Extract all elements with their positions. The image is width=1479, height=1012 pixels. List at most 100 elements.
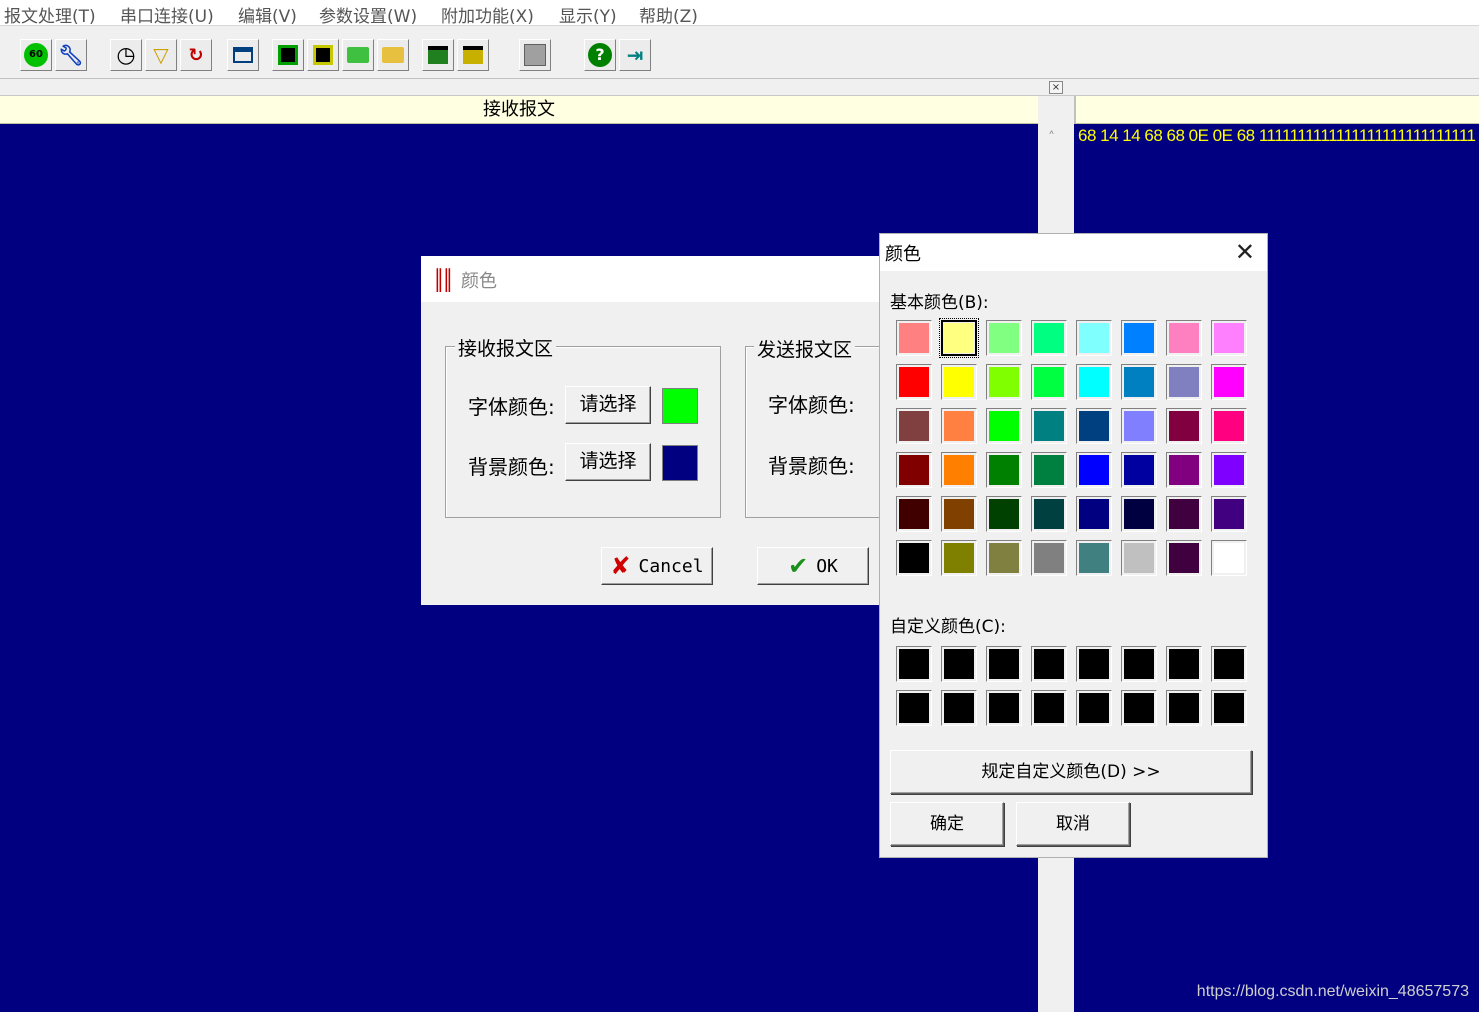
basic-color-swatch-fill [899, 411, 929, 441]
basic-color-swatch[interactable] [986, 408, 1022, 444]
window-icon[interactable] [227, 39, 259, 71]
basic-color-swatch[interactable] [1121, 364, 1157, 400]
import-icon[interactable] [457, 39, 489, 71]
exit-icon[interactable]: ⇥ [619, 39, 651, 71]
basic-color-swatch[interactable] [1166, 540, 1202, 576]
custom-color-swatch[interactable] [986, 690, 1022, 726]
custom-color-swatch[interactable] [1211, 690, 1247, 726]
basic-color-swatch[interactable] [1121, 496, 1157, 532]
basic-color-swatch[interactable] [1031, 540, 1067, 576]
custom-color-swatch[interactable] [1166, 690, 1202, 726]
custom-color-swatch[interactable] [1031, 646, 1067, 682]
basic-color-swatch[interactable] [941, 452, 977, 488]
cancel-button[interactable]: 取消 [1016, 802, 1130, 846]
basic-color-swatch[interactable] [986, 452, 1022, 488]
basic-color-swatch[interactable] [896, 452, 932, 488]
custom-color-swatch[interactable] [1076, 690, 1112, 726]
basic-color-swatch[interactable] [1121, 452, 1157, 488]
basic-color-swatch[interactable] [941, 496, 977, 532]
basic-color-swatch[interactable] [1121, 540, 1157, 576]
custom-color-swatch[interactable] [941, 646, 977, 682]
basic-color-swatch[interactable] [896, 496, 932, 532]
help-icon[interactable]: ? [584, 39, 616, 71]
basic-color-swatch[interactable] [1166, 320, 1202, 356]
cancel-button[interactable]: ✘ Cancel [601, 547, 713, 585]
export-icon[interactable] [422, 39, 454, 71]
confirm-button[interactable]: 确定 [890, 802, 1004, 846]
basic-color-swatch[interactable] [1076, 452, 1112, 488]
basic-color-swatch[interactable] [1166, 452, 1202, 488]
basic-color-swatch[interactable] [1121, 408, 1157, 444]
basic-color-swatch[interactable] [986, 540, 1022, 576]
color-dialog-titlebar[interactable]: 颜色 ✕ [880, 234, 1267, 271]
basic-color-swatch[interactable] [986, 320, 1022, 356]
menu-params[interactable]: 参数设置(W) [319, 2, 417, 27]
custom-color-swatch[interactable] [896, 646, 932, 682]
basic-color-swatch[interactable] [1211, 496, 1247, 532]
filter-icon[interactable]: ▽ [145, 39, 177, 71]
custom-color-swatch[interactable] [986, 646, 1022, 682]
receive-font-color-button[interactable]: 请选择 [565, 386, 651, 424]
basic-color-swatch[interactable] [1031, 452, 1067, 488]
search-refresh-icon[interactable]: ↻ [180, 39, 212, 71]
menu-message[interactable]: 报文处理(T) [4, 2, 96, 27]
basic-color-swatch-fill [1169, 367, 1199, 397]
basic-color-swatch[interactable] [941, 364, 977, 400]
basic-color-swatch[interactable] [1031, 364, 1067, 400]
basic-color-swatch[interactable] [1211, 364, 1247, 400]
basic-color-swatch[interactable] [1211, 452, 1247, 488]
basic-color-swatch[interactable] [986, 496, 1022, 532]
close-icon[interactable]: × [1049, 81, 1063, 94]
basic-color-swatch[interactable] [896, 320, 932, 356]
custom-color-swatch[interactable] [1166, 646, 1202, 682]
basic-color-swatch[interactable] [1031, 408, 1067, 444]
custom-color-swatch[interactable] [941, 690, 977, 726]
basic-color-swatch[interactable] [1076, 408, 1112, 444]
basic-color-swatch[interactable] [986, 364, 1022, 400]
custom-color-swatch[interactable] [1121, 690, 1157, 726]
basic-color-swatch[interactable] [896, 408, 932, 444]
save-icon[interactable] [272, 39, 304, 71]
connect-icon[interactable]: 60 [20, 39, 52, 71]
menu-serial[interactable]: 串口连接(U) [120, 2, 214, 27]
basic-color-swatch[interactable] [1211, 320, 1247, 356]
custom-color-swatch[interactable] [1121, 646, 1157, 682]
basic-color-swatch[interactable] [1076, 320, 1112, 356]
custom-color-swatch[interactable] [1076, 646, 1112, 682]
basic-color-swatch[interactable] [1211, 540, 1247, 576]
basic-color-swatch[interactable] [896, 540, 932, 576]
basic-color-swatch[interactable] [1166, 408, 1202, 444]
basic-color-swatch[interactable] [1076, 540, 1112, 576]
basic-color-swatch[interactable] [941, 540, 977, 576]
custom-color-swatch[interactable] [1211, 646, 1247, 682]
basic-color-swatch[interactable] [1031, 320, 1067, 356]
menu-edit[interactable]: 编辑(V) [238, 2, 297, 27]
app-dialog-titlebar[interactable]: ║║ 颜色 [421, 256, 891, 302]
custom-color-swatch[interactable] [1031, 690, 1067, 726]
open-folder-icon[interactable] [377, 39, 409, 71]
basic-color-swatch[interactable] [1076, 496, 1112, 532]
receive-bg-color-button[interactable]: 请选择 [565, 443, 651, 481]
save-as-icon[interactable] [307, 39, 339, 71]
custom-color-swatch[interactable] [896, 690, 932, 726]
basic-color-swatch[interactable] [939, 318, 979, 358]
basic-color-swatch[interactable] [1166, 364, 1202, 400]
menu-view[interactable]: 显示(Y) [559, 2, 617, 27]
basic-color-swatch[interactable] [941, 408, 977, 444]
settings-wrench-icon[interactable]: 🔧︎ [55, 39, 87, 71]
close-icon[interactable]: ✕ [1235, 238, 1255, 266]
basic-color-swatch[interactable] [1166, 496, 1202, 532]
basic-color-swatch[interactable] [1031, 496, 1067, 532]
timer-icon[interactable]: ◷ [110, 39, 142, 71]
basic-color-swatch[interactable] [896, 364, 932, 400]
menu-help[interactable]: 帮助(Z) [639, 2, 698, 27]
basic-color-swatch[interactable] [1121, 320, 1157, 356]
open-green-icon[interactable] [342, 39, 374, 71]
basic-color-swatch[interactable] [1076, 364, 1112, 400]
ok-button[interactable]: ✔ OK [757, 547, 869, 585]
stop-icon[interactable] [519, 39, 551, 71]
menu-extra[interactable]: 附加功能(X) [441, 2, 534, 27]
define-custom-colors-button[interactable]: 规定自定义颜色(D) >> [890, 750, 1252, 794]
basic-color-swatch[interactable] [1211, 408, 1247, 444]
scroll-up-icon[interactable]: ˄ [1048, 130, 1055, 146]
